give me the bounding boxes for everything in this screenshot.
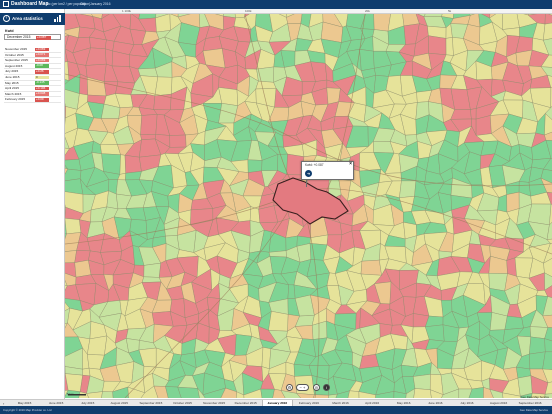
close-icon[interactable]: × xyxy=(349,162,352,167)
month-value: +0.071 xyxy=(35,53,49,57)
map-area[interactable] xyxy=(544,338,552,352)
month-label: October 2015 xyxy=(5,52,24,57)
map-area[interactable] xyxy=(141,276,162,283)
popup-pointer xyxy=(306,180,307,187)
footer-attribution: Geo Data Map Service xyxy=(519,408,548,412)
map-area[interactable] xyxy=(74,259,92,278)
map-area[interactable] xyxy=(100,144,121,155)
map-area[interactable] xyxy=(169,134,187,148)
footer: Copyright © 2016 Map Provider co. Ltd Ge… xyxy=(0,406,552,414)
map-canvas[interactable] xyxy=(65,14,552,398)
panel-title: Area statistics xyxy=(12,16,43,21)
map-area[interactable] xyxy=(143,262,161,278)
back-icon[interactable]: ‹ xyxy=(3,15,10,22)
map-area[interactable] xyxy=(124,155,142,174)
kpi-month: December 2015 xyxy=(7,35,31,39)
map-area[interactable] xyxy=(65,218,82,235)
month-label: March 2015 xyxy=(5,91,22,96)
month-label: April 2015 xyxy=(5,86,19,91)
map-area[interactable] xyxy=(260,388,275,398)
month-value: +0.069 xyxy=(35,58,49,63)
map-area[interactable] xyxy=(140,114,158,135)
month-label: May 2015 xyxy=(5,80,19,85)
map-area[interactable] xyxy=(255,80,277,90)
map-area[interactable] xyxy=(544,14,552,25)
map-area[interactable] xyxy=(151,311,174,327)
area-statistics-panel: ‹ Area statistics Kwid December 2015 +0.… xyxy=(0,9,65,399)
kpi-value: +0.087 xyxy=(36,35,51,40)
month-value: +0.196 xyxy=(35,86,49,91)
month-value: +0.038 xyxy=(35,92,49,97)
month-value: -0.145 xyxy=(35,81,49,85)
popup-title: Kwid: +0.087 xyxy=(305,163,324,167)
map-area[interactable] xyxy=(488,273,508,292)
month-label: February 2015 xyxy=(5,97,26,102)
map-area[interactable] xyxy=(470,108,477,120)
map-area[interactable] xyxy=(504,315,524,330)
map-area[interactable] xyxy=(312,394,329,398)
map-area[interactable] xyxy=(428,35,447,55)
map-area[interactable] xyxy=(177,386,200,398)
month-value: -0.08 xyxy=(35,64,49,69)
map-area[interactable] xyxy=(475,115,492,136)
top-bar: Dashboard Map Inc (per km2 / per populat… xyxy=(0,0,552,9)
app-title: Dashboard Map xyxy=(11,1,49,7)
monthly-values-list: November 2015 +0.083 October 2015 +0.071 Sep… xyxy=(4,47,61,103)
map-controls: ⚙ − + ◎ i xyxy=(286,384,331,392)
month-timeline: ‹ May 2015 June 2015 July 2015 August 2015 S… xyxy=(0,399,552,407)
map-area[interactable] xyxy=(105,48,113,67)
month-label: June 2015 xyxy=(5,74,20,79)
map-area[interactable] xyxy=(529,336,546,355)
link-icon[interactable]: ➜ xyxy=(305,170,312,177)
month-row[interactable]: February 2015 +0.09 xyxy=(4,97,61,103)
month-value: +0.26 xyxy=(35,69,49,74)
breadcrumb-month[interactable]: January 2016 xyxy=(90,2,111,7)
locate-icon[interactable]: ◎ xyxy=(313,384,320,391)
map-area[interactable] xyxy=(79,73,88,96)
map-area[interactable] xyxy=(154,76,173,97)
map-area[interactable] xyxy=(517,375,533,397)
map-area[interactable] xyxy=(268,311,289,332)
map-area[interactable] xyxy=(153,93,172,111)
map-area[interactable] xyxy=(359,49,375,71)
map-area[interactable] xyxy=(445,37,454,56)
zoom-pill[interactable]: − + xyxy=(296,384,309,391)
map-area[interactable] xyxy=(412,388,432,399)
kpi-label: Kwid xyxy=(5,29,14,33)
choropleth-map[interactable] xyxy=(65,14,552,398)
month-value: 0 xyxy=(35,75,49,80)
map-area[interactable] xyxy=(528,203,552,226)
map-area[interactable] xyxy=(247,159,263,173)
month-value: +0.09 xyxy=(35,97,49,102)
map-area[interactable] xyxy=(502,14,520,30)
map-area[interactable] xyxy=(413,374,431,390)
map-area[interactable] xyxy=(360,259,382,276)
month-value: +0.083 xyxy=(35,47,49,52)
footer-copyright: Copyright © 2016 Map Provider co. Ltd xyxy=(3,408,52,412)
kpi-current-month[interactable]: December 2015 +0.087 xyxy=(4,34,61,40)
bar-chart-icon[interactable] xyxy=(54,15,61,22)
panel-header: ‹ Area statistics xyxy=(0,13,65,25)
map-area[interactable] xyxy=(82,367,91,377)
month-label: September 2015 xyxy=(5,58,28,63)
settings-icon[interactable]: ⚙ xyxy=(286,384,293,391)
map-area[interactable] xyxy=(87,335,108,356)
map-area[interactable] xyxy=(399,180,417,198)
month-label: November 2015 xyxy=(5,47,28,51)
breadcrumb-city[interactable]: City xyxy=(80,2,86,7)
month-label: August 2015 xyxy=(5,63,23,68)
map-area[interactable] xyxy=(119,154,126,175)
app-map-icon xyxy=(3,1,9,7)
month-label: July 2015 xyxy=(5,69,19,74)
scale-label: 5 km xyxy=(67,392,74,396)
map-area[interactable] xyxy=(101,153,121,175)
info-icon[interactable]: i xyxy=(323,384,330,391)
area-popup[interactable]: Kwid: +0.087 × ➜ xyxy=(301,161,354,180)
map-area[interactable] xyxy=(65,373,83,392)
